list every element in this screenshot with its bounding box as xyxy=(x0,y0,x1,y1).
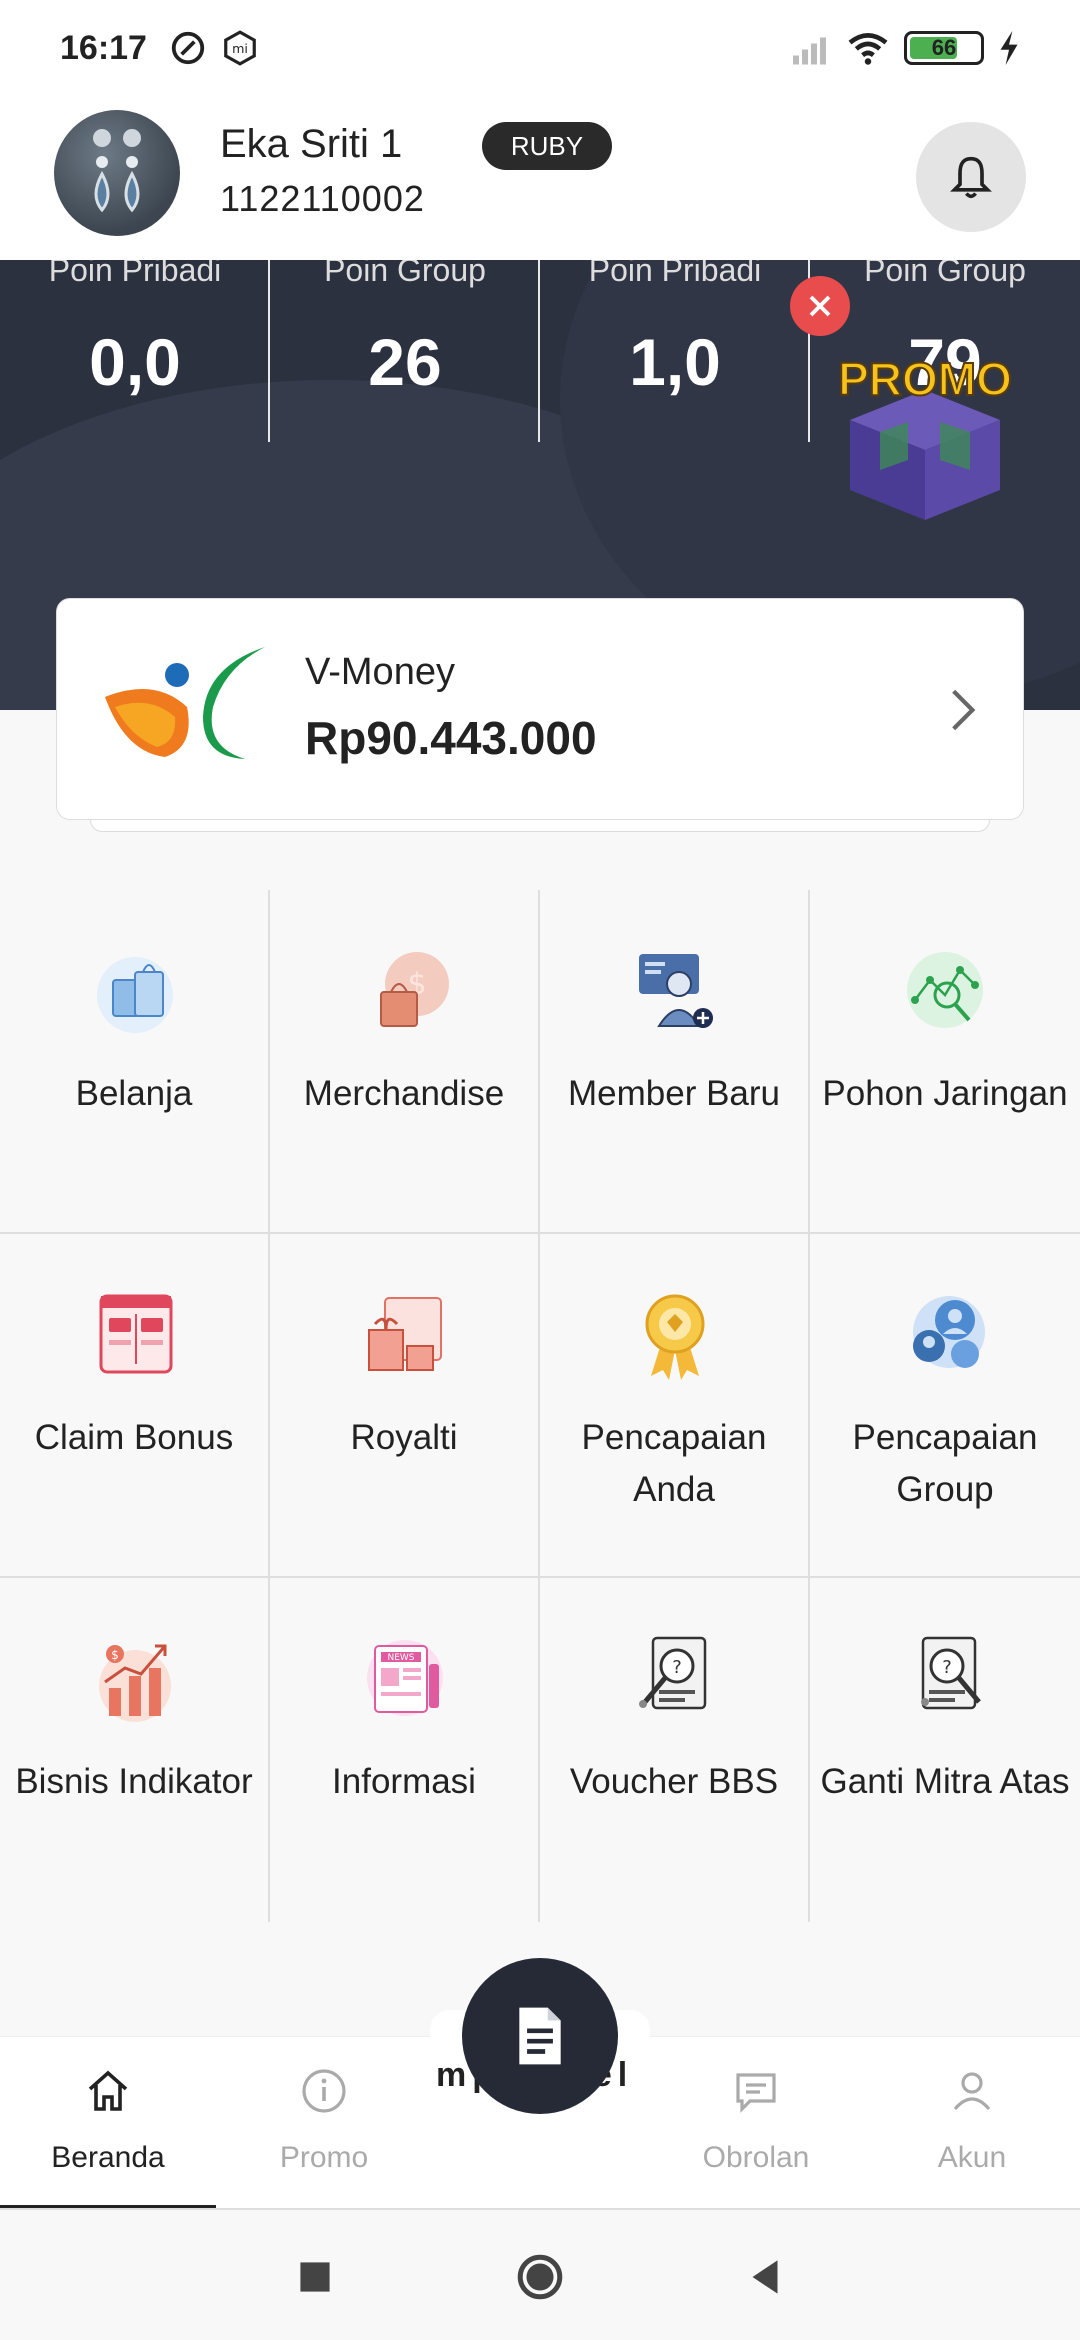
system-nav-bar xyxy=(0,2208,1080,2340)
user-id: 1122110002 xyxy=(220,178,425,219)
document-icon xyxy=(519,2007,561,2065)
chevron-right-icon xyxy=(952,689,976,731)
chat-icon xyxy=(736,2073,776,2113)
menu-informasi[interactable]: NEWS Informasi xyxy=(270,1578,540,1922)
earrings-photo xyxy=(93,129,141,213)
nav-obrolan[interactable]: Obrolan xyxy=(648,2037,864,2209)
close-icon xyxy=(809,295,831,317)
menu-pencapaian-group[interactable]: Pencapaian Group xyxy=(810,1234,1080,1578)
svg-text:?: ? xyxy=(672,1657,682,1678)
menu-ganti-mitra-atas[interactable]: ? Ganti Mitra Atas xyxy=(810,1578,1080,1922)
new-member-icon xyxy=(639,954,713,1028)
mi-icon: mi xyxy=(224,30,256,66)
vmoney-card[interactable]: V-Money Rp90.443.000 xyxy=(56,598,1024,820)
back-icon[interactable] xyxy=(740,2252,790,2302)
menu-bisnis-indikator[interactable]: $ Bisnis Indikator xyxy=(0,1578,270,1922)
achievement-medal-icon xyxy=(645,1294,705,1380)
account-icon xyxy=(953,2072,991,2111)
avatar[interactable] xyxy=(54,110,180,236)
svg-text:NEWS: NEWS xyxy=(387,1653,414,1663)
wallet-label: V-Money xyxy=(305,651,455,693)
profile-header: Eka Sriti 1 1122110002 RUBY xyxy=(0,96,1080,260)
merchandise-icon: $ xyxy=(380,952,449,1027)
menu-grid: Belanja $ Merchandise Member Baru Pohon … xyxy=(0,890,1080,1922)
vmoney-logo xyxy=(105,647,265,759)
menu-belanja[interactable]: Belanja xyxy=(0,890,270,1234)
user-name: Eka Sriti 1 xyxy=(220,122,403,166)
status-bar: 16:17 mi 66 xyxy=(0,0,1080,96)
charging-icon xyxy=(1000,31,1018,65)
center-fab-button[interactable] xyxy=(462,1958,618,2114)
claim-bonus-icon xyxy=(99,1294,173,1374)
point-personal-2: Poin Pribadi 1,0 xyxy=(540,260,810,442)
menu-voucher-bbs[interactable]: ? Voucher BBS xyxy=(540,1578,810,1922)
home-icon xyxy=(88,2070,128,2111)
do-not-disturb-icon xyxy=(171,31,205,65)
promo-label: PROMO xyxy=(837,352,1013,406)
nav-beranda[interactable]: Beranda xyxy=(0,2037,216,2209)
home-button-icon[interactable] xyxy=(515,2252,565,2302)
change-upline-icon: ? xyxy=(921,1636,981,1710)
promo-popup[interactable]: PROMO xyxy=(820,340,1030,540)
menu-claim-bonus[interactable]: Claim Bonus xyxy=(0,1234,270,1578)
nav-akun[interactable]: Akun xyxy=(864,2037,1080,2209)
point-personal: Poin Pribadi 0,0 xyxy=(0,260,270,442)
voucher-search-icon: ? xyxy=(639,1636,707,1710)
info-icon xyxy=(302,2069,346,2113)
signal-icon xyxy=(793,37,826,65)
menu-pencapaian-anda[interactable]: Pencapaian Anda xyxy=(540,1234,810,1578)
menu-pohon-jaringan[interactable]: Pohon Jaringan xyxy=(810,890,1080,1234)
bell-icon xyxy=(950,156,992,199)
business-indicator-icon: $ xyxy=(99,1644,171,1722)
group-achievement-icon xyxy=(913,1296,985,1368)
battery-icon: 66 xyxy=(904,31,984,65)
recents-icon[interactable] xyxy=(290,2252,340,2302)
rank-badge: RUBY xyxy=(482,122,612,170)
svg-text:mi: mi xyxy=(232,41,248,56)
menu-member-baru[interactable]: Member Baru xyxy=(540,890,810,1234)
menu-royalti[interactable]: Royalti xyxy=(270,1234,540,1578)
svg-text:$: $ xyxy=(111,1648,119,1662)
news-icon: NEWS xyxy=(367,1640,443,1716)
shopping-bag-icon xyxy=(97,957,173,1033)
menu-merchandise[interactable]: $ Merchandise xyxy=(270,890,540,1234)
notification-button[interactable] xyxy=(916,122,1026,232)
royalty-gift-icon xyxy=(368,1297,442,1371)
promo-close-button[interactable] xyxy=(790,276,850,336)
nav-promo[interactable]: Promo xyxy=(216,2037,432,2209)
status-time: 16:17 xyxy=(60,28,147,67)
wifi-icon xyxy=(848,33,888,65)
wallet-amount: Rp90.443.000 xyxy=(305,712,597,764)
point-group: Poin Group 26 xyxy=(270,260,540,442)
svg-text:?: ? xyxy=(942,1657,952,1678)
network-tree-icon xyxy=(907,952,983,1028)
